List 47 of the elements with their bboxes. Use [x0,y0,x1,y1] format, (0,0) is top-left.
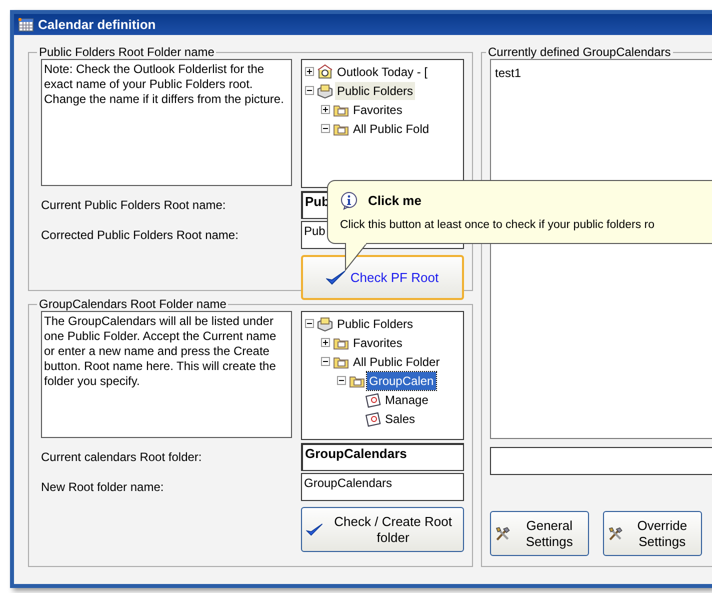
field-label: Corrected Public Folders Root name: [41,227,240,244]
tree-item[interactable]: All Public Fold [351,120,432,138]
tree-item[interactable]: Public Folders [335,82,416,100]
tree-item[interactable]: Favorites [351,334,404,352]
expander-icon[interactable] [305,319,314,328]
note-text: Note: Check the Outlook Folderlist for the exact name of your Public Folders root. Change the name if it differs from the picture. [41,59,292,186]
calendar-icon [365,410,381,426]
tree-item[interactable]: Outlook Today - [ [335,62,430,80]
tree-item[interactable]: Public Folders [335,314,416,332]
expander-icon[interactable] [321,357,330,366]
tree-item[interactable]: All Public Folder [351,352,442,370]
push-button[interactable]: Check PF Root [301,255,464,300]
expander-icon[interactable] [321,338,330,347]
field-label: Current calendars Root folder: [41,449,203,466]
calendar-icon [18,18,34,32]
tree-item[interactable]: Manage [383,390,430,408]
tooltip-title: Click me [368,192,422,210]
tree-item[interactable]: Sales [383,410,418,428]
push-button[interactable]: General Settings [490,511,589,556]
push-button[interactable]: Override Settings [603,511,702,556]
tree-item[interactable]: Favorites [351,100,404,118]
field-label: Current Public Folders Root name: [41,197,227,214]
window-title: Calendar definition [38,18,156,31]
tree-item[interactable]: GroupCalen [367,372,436,390]
house-icon [317,64,333,80]
note-text: The GroupCalendars will all be listed under one Public Folder. Accept the Current name or enter a new name and press the Create button. Root name here. This will create the folder you specify. [41,311,292,438]
expander-icon[interactable] [321,105,330,114]
calendar-icon [365,392,381,408]
expander-icon[interactable] [305,67,314,76]
push-button[interactable]: Check / Create Root folder [301,507,464,552]
expander-icon[interactable] [337,376,346,385]
group-title: GroupCalendars Root Folder name [38,297,228,311]
text-field[interactable] [490,447,712,475]
text-field[interactable]: GroupCalendars [301,473,464,501]
folder-stack-icon [317,316,333,332]
checkmark-icon [326,270,346,286]
tooltip-text: Click this button at least once to check if your public folders ro [340,218,656,232]
group-title: Currently defined GroupCalendars [487,45,672,59]
list-item[interactable]: test1 [495,64,712,82]
folder-stack-icon [317,82,333,98]
text-field[interactable]: GroupCalendars [301,443,464,471]
expander-icon[interactable] [321,124,330,133]
field-label: New Root folder name: [41,479,165,496]
info-icon [340,192,358,210]
group-title: Public Folders Root Folder name [38,45,216,59]
checkmark-icon [306,522,324,538]
expander-icon[interactable] [305,86,314,95]
